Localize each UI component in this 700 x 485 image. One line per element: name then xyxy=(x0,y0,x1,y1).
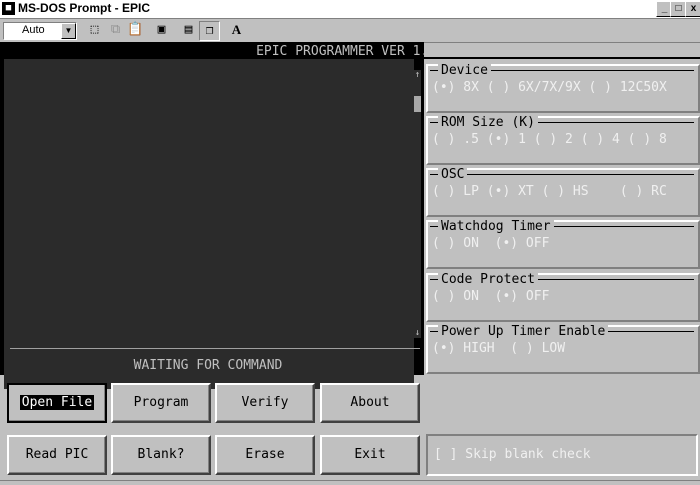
group-label: OSC xyxy=(438,167,468,182)
osc-options[interactable]: ( ) LP (•) XT ( ) HS ( ) RC xyxy=(432,184,667,199)
console-area: EPIC PROGRAMMER VER 1.41 ↑ ↓ WAITING FOR… xyxy=(0,42,444,389)
code-protect-group: Code Protect ( ) ON (•) OFF xyxy=(426,272,700,322)
read-pic-button[interactable]: Read PIC xyxy=(7,435,107,475)
title-bar: ■ MS-DOS Prompt - EPIC _ □ x xyxy=(0,0,700,19)
group-label: Code Protect xyxy=(438,272,538,287)
device-options[interactable]: (•) 8X ( ) 6X/7X/9X ( ) 12C50X xyxy=(432,80,667,95)
skip-blank-check-label: [ ] Skip blank check xyxy=(434,447,591,462)
title-divider xyxy=(424,57,700,59)
background-icon[interactable]: ❐ xyxy=(199,21,220,41)
chevron-down-icon[interactable]: ▼ xyxy=(61,23,76,39)
code-protect-options[interactable]: ( ) ON (•) OFF xyxy=(432,289,549,304)
log-panel[interactable] xyxy=(4,59,414,389)
paste-icon[interactable]: 📋 xyxy=(126,21,145,39)
button-label: Open File xyxy=(19,395,95,410)
exit-button[interactable]: Exit xyxy=(320,435,420,475)
font-size-select[interactable]: Auto ▼ xyxy=(3,22,77,40)
close-button[interactable]: x xyxy=(685,1,700,17)
msdos-icon[interactable]: ■ xyxy=(2,2,15,15)
toolbar: Auto ▼ ⬚ ⧉ 📋 ▣ ▤ ❐ A xyxy=(0,19,700,43)
power-up-timer-options[interactable]: (•) HIGH ( ) LOW xyxy=(432,341,565,356)
osc-group: OSC ( ) LP (•) XT ( ) HS ( ) RC xyxy=(426,167,700,217)
scroll-down-icon[interactable]: ↓ xyxy=(414,328,421,338)
divider xyxy=(10,348,420,349)
group-label: Device xyxy=(438,63,491,78)
log-scrollbar[interactable]: ↑ ↓ xyxy=(414,70,421,338)
rom-size-options[interactable]: ( ) .5 (•) 1 ( ) 2 ( ) 4 ( ) 8 xyxy=(432,132,667,147)
status-text: WAITING FOR COMMAND xyxy=(133,358,283,373)
open-file-button[interactable]: Open File xyxy=(7,383,107,423)
scroll-up-icon[interactable]: ↑ xyxy=(415,70,420,80)
scroll-thumb[interactable] xyxy=(414,96,421,112)
group-label: Power Up Timer Enable xyxy=(438,324,609,339)
about-button[interactable]: About xyxy=(320,383,420,423)
watchdog-options[interactable]: ( ) ON (•) OFF xyxy=(432,236,549,251)
skip-blank-check[interactable]: [ ] Skip blank check xyxy=(426,434,698,476)
window-title: MS-DOS Prompt - EPIC xyxy=(18,1,151,15)
device-group: Device (•) 8X ( ) 6X/7X/9X ( ) 12C50X xyxy=(426,63,700,113)
mark-icon[interactable]: ⬚ xyxy=(85,21,104,39)
properties-icon[interactable]: ▤ xyxy=(179,21,198,39)
erase-button[interactable]: Erase xyxy=(215,435,315,475)
power-up-timer-group: Power Up Timer Enable (•) HIGH ( ) LOW xyxy=(426,324,700,374)
group-label: Watchdog Timer xyxy=(438,219,554,234)
copy-icon[interactable]: ⧉ xyxy=(106,21,125,39)
fullscreen-icon[interactable]: ▣ xyxy=(152,21,171,39)
font-icon[interactable]: A xyxy=(227,21,246,39)
font-size-value: Auto xyxy=(22,24,45,36)
rom-size-group: ROM Size (K) ( ) .5 (•) 1 ( ) 2 ( ) 4 ( … xyxy=(426,115,700,165)
verify-button[interactable]: Verify xyxy=(215,383,315,423)
program-button[interactable]: Program xyxy=(111,383,211,423)
group-label: ROM Size (K) xyxy=(438,115,538,130)
bottom-border xyxy=(0,480,700,481)
blank-check-button[interactable]: Blank? xyxy=(111,435,211,475)
watchdog-group: Watchdog Timer ( ) ON (•) OFF xyxy=(426,219,700,269)
